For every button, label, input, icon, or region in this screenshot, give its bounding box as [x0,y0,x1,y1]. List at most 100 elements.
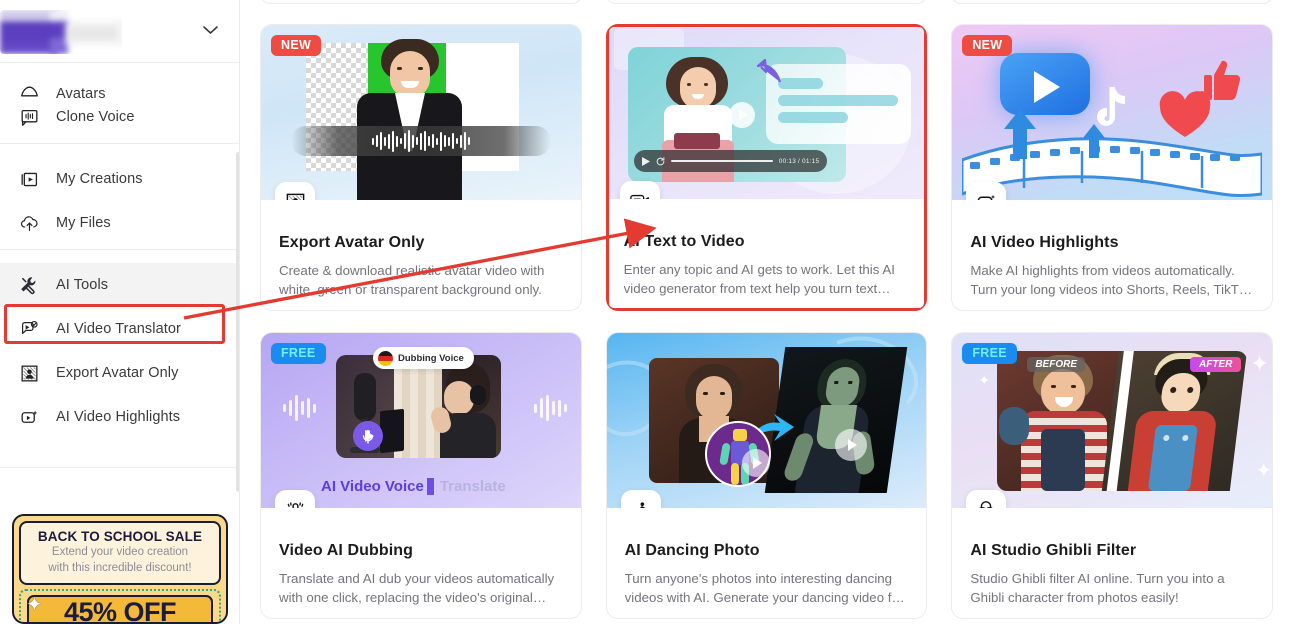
sidebar-item-ai-video-translator[interactable]: AI Video Translator [0,307,239,351]
clipped-card [260,0,582,4]
workspace-logo [0,10,122,54]
thumbs-up-icon [1204,60,1241,101]
export-avatar-only-icon [18,362,40,384]
tool-card-ai-studio-ghibli-filter[interactable]: BEFORE AFTER FREE ✦ ✦ ✦ AI Studio Ghibli… [951,332,1273,619]
ai-video-highlights-icon [18,406,40,428]
tools-grid-panel: NEW Export Avatar Only Create & download… [240,0,1293,624]
play-button[interactable] [741,449,770,477]
tool-card-grid: NEW Export Avatar Only Create & download… [260,0,1273,619]
chevron-down-icon[interactable] [197,17,223,43]
promo-header: BACK TO SCHOOL SALE Extend your video cr… [19,521,221,585]
badge-new: NEW [271,35,322,56]
export-avatar-only-icon [275,182,315,200]
badge-new: NEW [962,35,1013,56]
nav-group-library: My Creations My Files [0,144,239,249]
video-timestamp: 00:13 / 01:15 [778,157,820,165]
card-description: Translate and AI dub your videos automat… [279,571,555,605]
ai-video-translator-icon [18,318,40,340]
my-files-icon [18,212,40,234]
dancing-person-icon [620,490,661,508]
back-to-school-promo-banner[interactable]: BACK TO SCHOOL SALE Extend your video cr… [12,514,228,624]
play-button[interactable] [834,429,867,461]
badge-free: FREE [271,343,326,364]
card-description: Studio Ghibli filter AI online. Turn you… [970,571,1225,605]
card-description: Make AI highlights from videos automatic… [970,263,1253,297]
promo-subtitle-line1: Extend your video creation [51,546,189,558]
cursor-arrow-icon [756,59,781,83]
sidebar-item-label: Export Avatar Only [56,365,179,381]
dubbing-mic-icon [275,490,315,508]
sparkle-icon: ✦ [1250,351,1269,376]
tool-card-ai-video-highlights[interactable]: NEW AI Video Highlights Make AI highligh… [951,24,1273,311]
german-flag-icon [378,350,393,366]
card-description: Enter any topic and AI gets to work. Let… [623,262,895,296]
sidebar-item-label: Clone Voice [56,109,135,125]
tool-card-video-ai-dubbing[interactable]: FREE Dubbing Voice AI Video Voice Transl… [260,332,582,619]
clipped-card [951,0,1273,4]
card-title: AI Video Highlights [970,234,1119,251]
nav-group-ai-tools: AI Tools AI Video Translator Export Avat… [0,250,239,443]
workspace-switcher[interactable] [0,0,239,62]
card-thumbnail: NEW [952,25,1272,200]
card-thumbnail: FREE Dubbing Voice AI Video Voice Transl… [261,333,581,508]
ai-video-highlights-icon [966,182,1007,200]
promo-offer-text: 45% OFF [27,595,213,622]
waveform-right [533,395,567,421]
app-root: Avatars Clone Voice My Creations My File… [0,0,1293,624]
label-before: BEFORE [1027,357,1085,372]
video-controls[interactable]: 00:13 / 01:15 [633,150,828,172]
card-title: AI Dancing Photo [624,542,760,559]
clone-voice-icon [18,106,40,128]
chip-label: Dubbing Voice [398,352,464,364]
sidebar-item-label: AI Video Highlights [56,409,181,425]
tool-card-export-avatar-only[interactable]: NEW Export Avatar Only Create & download… [260,24,582,311]
promo-offer-area: ✦ 45% OFF [19,589,221,622]
promo-banner-wrap: BACK TO SCHOOL SALE Extend your video cr… [0,514,239,624]
overlay-text-a: AI Video Voice [321,478,424,495]
card-thumbnail: NEW [261,25,581,200]
divider [0,467,239,468]
trend-arrow-icon [1083,124,1106,158]
dubbing-voice-chip: Dubbing Voice [373,347,474,369]
card-body: AI Video Highlights Make AI highlights f… [952,200,1272,299]
badge-free: FREE [962,343,1017,364]
my-creations-icon [18,168,40,190]
card-thumbnail: 00:13 / 01:15 [605,24,928,199]
sidebar-item-label: My Files [56,215,111,231]
promo-subtitle-line2: with this incredible discount! [48,562,192,574]
audio-waveform [291,126,551,156]
before-after-photo: BEFORE AFTER [997,351,1248,491]
trend-arrow-icon [1004,109,1037,159]
card-thumbnail: BEFORE AFTER FREE ✦ ✦ ✦ [952,333,1272,508]
label-after: AFTER [1189,357,1242,372]
card-body: Export Avatar Only Create & download rea… [261,200,581,299]
sparkle-icon: ✦ [26,594,43,616]
sidebar-item-avatars[interactable]: Avatars [0,67,239,102]
card-body: AI Text to Video Enter any topic and AI … [606,199,928,298]
sidebar-item-my-files[interactable]: My Files [0,201,239,245]
card-thumbnail [606,333,927,508]
card-description: Turn anyone's photos into interesting da… [624,571,905,605]
sidebar: Avatars Clone Voice My Creations My File… [0,0,240,624]
overlay-text-b: Translate [439,478,506,495]
waveform-left [283,395,316,421]
promo-title: BACK TO SCHOOL SALE [37,529,203,544]
sidebar-item-ai-video-highlights[interactable]: AI Video Highlights [0,395,239,439]
sidebar-item-label: AI Video Translator [56,321,181,337]
play-button[interactable] [728,102,755,128]
card-title: Video AI Dubbing [279,542,414,559]
clipped-card [605,0,928,4]
tool-card-ai-dancing-photo[interactable]: AI Dancing Photo Turn anyone's photos in… [605,332,928,619]
tool-card-ai-text-to-video[interactable]: 00:13 / 01:15 AI Text to Video Enter any… [605,24,928,311]
card-body: AI Dancing Photo Turn anyone's photos in… [607,508,927,607]
nav-group-creation: Avatars Clone Voice [0,63,239,143]
sidebar-item-clone-voice[interactable]: Clone Voice [0,95,239,139]
previous-row-clipped [260,0,1273,4]
sidebar-item-ai-tools[interactable]: AI Tools [0,263,239,307]
avatar-face [390,51,430,97]
card-title: AI Studio Ghibli Filter [970,542,1137,559]
sidebar-item-my-creations[interactable]: My Creations [0,157,239,201]
card-title: AI Text to Video [623,233,745,250]
sidebar-item-export-avatar-only[interactable]: Export Avatar Only [0,351,239,395]
sparkle-icon: ✦ [1255,460,1272,482]
